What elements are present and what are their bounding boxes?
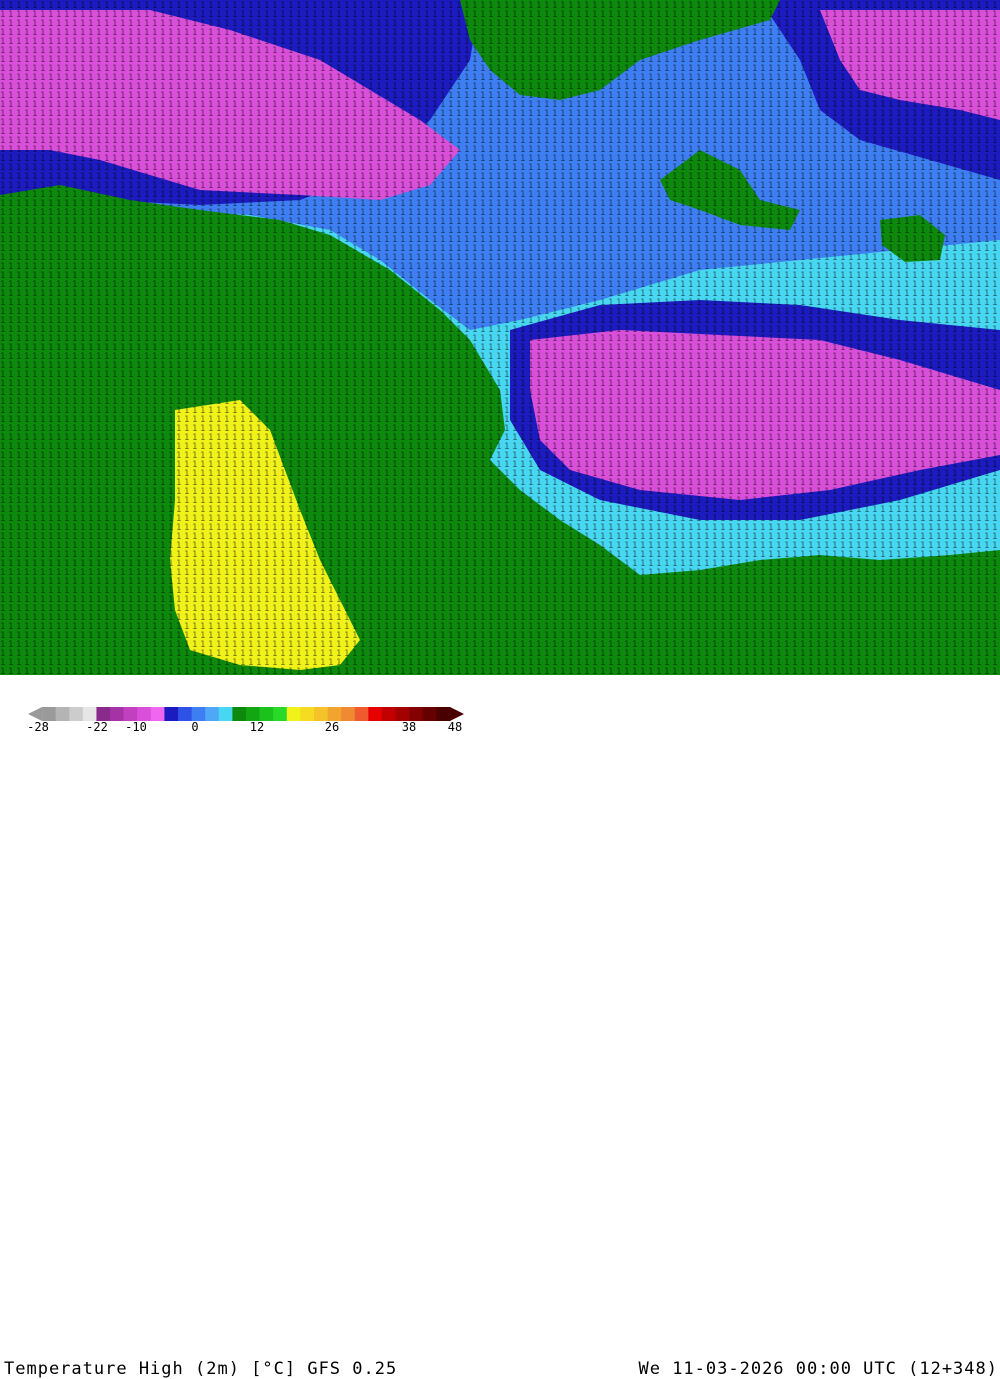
value-grid-overlay (0, 0, 1000, 675)
legend-swatch (218, 707, 233, 721)
legend-swatch (409, 707, 424, 721)
legend-swatch (259, 707, 274, 721)
legend-swatch (137, 707, 152, 721)
legend-tick: 26 (324, 720, 340, 734)
color-legend-bar (28, 707, 464, 721)
legend-swatch (110, 707, 125, 721)
legend-swatch (191, 707, 206, 721)
legend-swatch (205, 707, 220, 721)
legend-swatch (354, 707, 369, 721)
legend-tick: -28 (27, 720, 49, 734)
legend-swatch (327, 707, 342, 721)
legend-swatch (150, 707, 165, 721)
legend-tick: -22 (86, 720, 108, 734)
legend-swatch (246, 707, 261, 721)
legend-tick: 48 (447, 720, 463, 734)
legend-swatch (436, 707, 451, 721)
map-title: Temperature High (2m) [°C] GFS 0.25 (4, 1359, 398, 1379)
legend-swatch (368, 707, 383, 721)
legend-swatch (395, 707, 410, 721)
legend-tick: 0 (191, 720, 199, 734)
legend-tick: 12 (249, 720, 265, 734)
map-datetime: We 11-03-2026 00:00 UTC (12+348) (638, 1359, 998, 1379)
legend-swatch (422, 707, 437, 721)
legend-arrow-low (28, 707, 43, 721)
legend-swatch (123, 707, 138, 721)
legend-swatch (82, 707, 97, 721)
legend-tick: 38 (401, 720, 417, 734)
temperature-map: 1 (0, 0, 1000, 675)
legend-swatch (381, 707, 397, 721)
legend-swatch (42, 707, 57, 721)
legend-swatch (300, 707, 315, 721)
legend-swatch (55, 707, 70, 721)
legend-swatch (273, 707, 288, 721)
legend-swatch (96, 707, 111, 721)
legend-swatch (164, 707, 179, 721)
legend-swatch (69, 707, 84, 721)
legend-swatch (178, 707, 193, 721)
legend-swatch (341, 707, 356, 721)
legend-swatch (232, 707, 247, 721)
legend-swatch (286, 707, 301, 721)
legend-tick: -10 (125, 720, 147, 734)
legend-swatch (313, 707, 329, 721)
legend-arrow-high (449, 707, 464, 721)
color-legend-ticks: -28 -22 -10 0 12 26 38 48 (0, 720, 480, 734)
